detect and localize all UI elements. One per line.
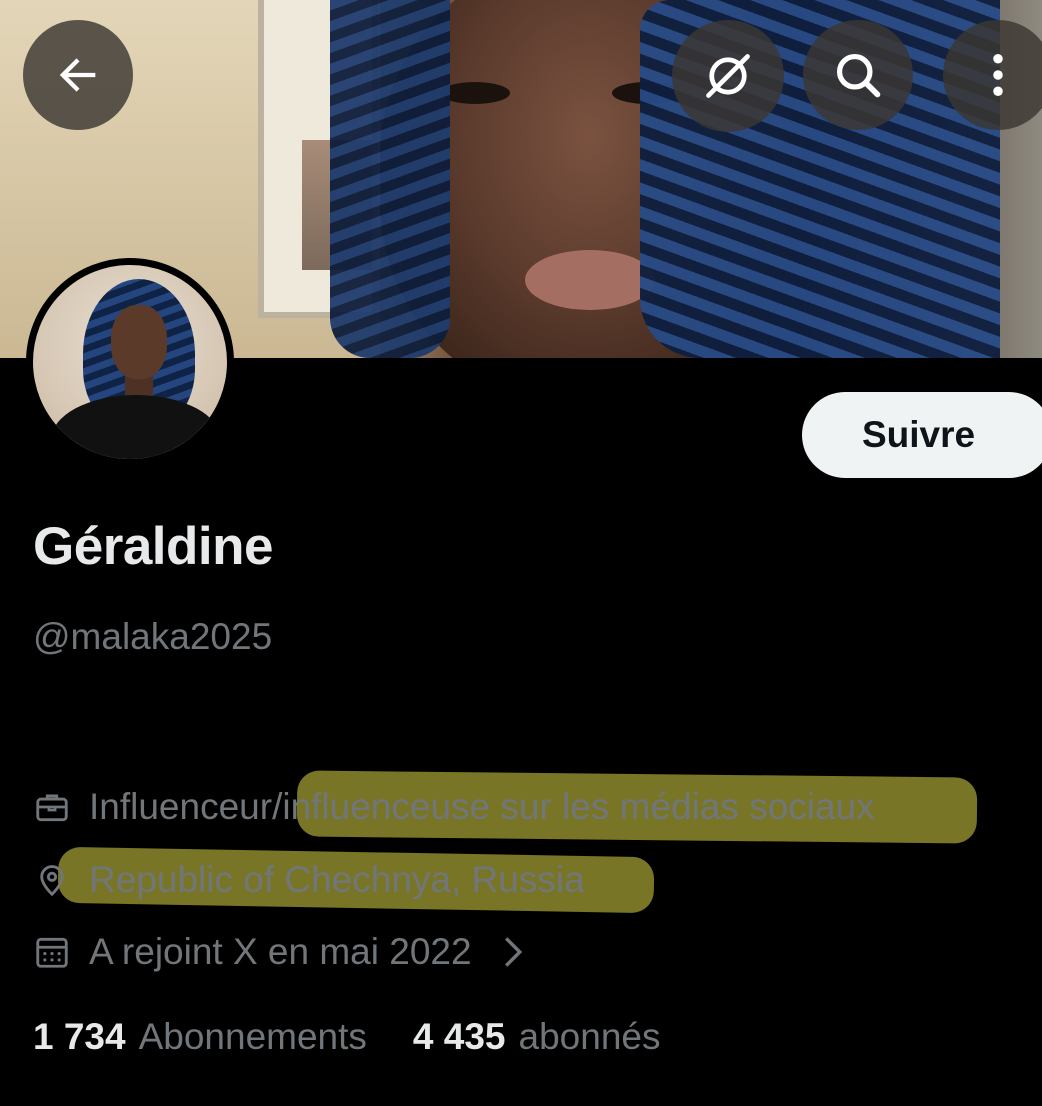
location-text: Republic of Chechnya, Russia: [89, 859, 585, 900]
followers-count[interactable]: 4 435: [413, 1016, 506, 1058]
following-count[interactable]: 1 734: [33, 1016, 126, 1058]
more-vertical-icon: [993, 53, 1003, 97]
calendar-icon: [36, 937, 68, 968]
search-icon: [836, 53, 881, 98]
banner-eye-left: [440, 82, 510, 104]
follow-stats: 1 734 Abonnements 4 435 abonnés: [33, 1016, 706, 1058]
more-options-button[interactable]: [943, 20, 1042, 130]
grok-button[interactable]: [672, 20, 784, 132]
chevron-right-icon: [504, 937, 522, 967]
joined-row[interactable]: A rejoint X en mai 2022: [33, 931, 544, 973]
banner-hair-left: [330, 0, 450, 358]
back-button[interactable]: [23, 20, 133, 130]
arrow-left-icon: [59, 58, 96, 92]
search-button[interactable]: [803, 20, 913, 130]
location-pin-icon: [40, 865, 64, 897]
joined-text: A rejoint X en mai 2022: [89, 931, 472, 972]
user-handle: @malaka2025: [33, 616, 273, 657]
display-name: Géraldine: [33, 517, 273, 576]
avatar-body: [51, 395, 221, 459]
profession-text: Influenceur/influenceuse sur les médias …: [89, 786, 875, 827]
profession-row: Influenceur/influenceuse sur les médias …: [33, 786, 875, 828]
followers-label[interactable]: abonnés: [519, 1016, 661, 1058]
follow-button[interactable]: Suivre: [802, 392, 1042, 478]
avatar[interactable]: [26, 258, 234, 466]
location-row: Republic of Chechnya, Russia: [33, 859, 585, 901]
grok-icon: [706, 54, 750, 98]
avatar-face: [111, 305, 167, 379]
briefcase-icon: [36, 794, 68, 822]
following-label[interactable]: Abonnements: [139, 1016, 367, 1058]
banner-lips: [525, 250, 655, 310]
